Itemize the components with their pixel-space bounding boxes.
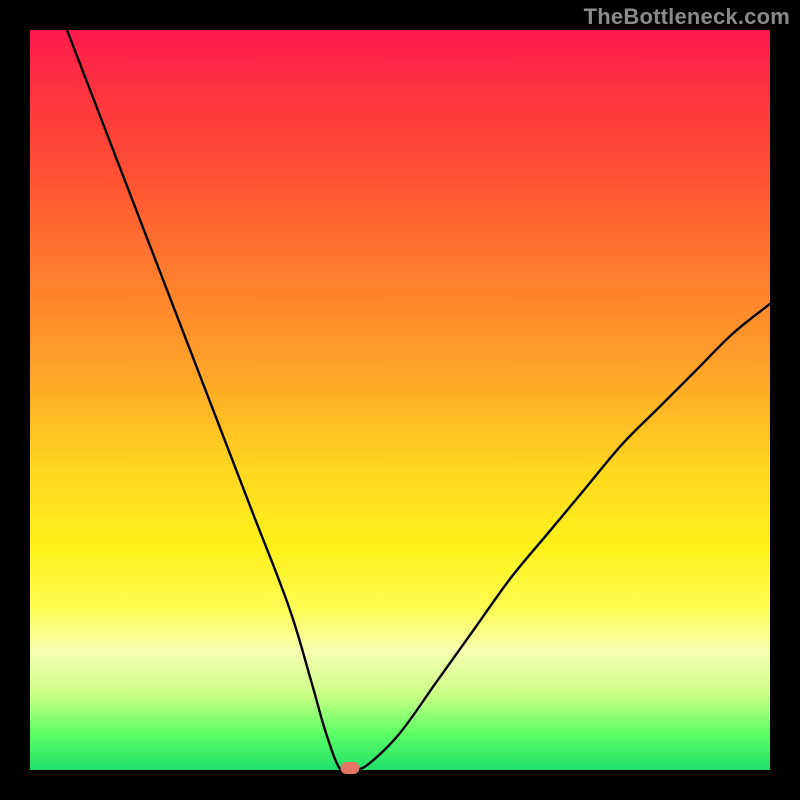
bottleneck-curve-path bbox=[67, 30, 770, 770]
optimal-point-marker bbox=[340, 762, 359, 774]
plot-area bbox=[30, 30, 770, 770]
curve-svg bbox=[30, 30, 770, 770]
chart-frame: TheBottleneck.com bbox=[0, 0, 800, 800]
watermark-text: TheBottleneck.com bbox=[584, 4, 790, 30]
